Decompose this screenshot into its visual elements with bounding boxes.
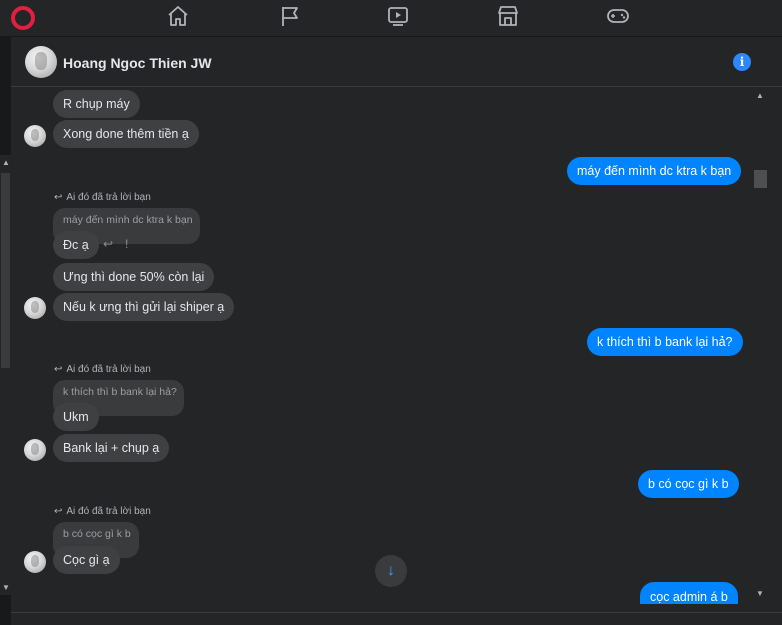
incoming-message[interactable]: Xong done thêm tiền ạ xyxy=(53,120,199,148)
reply-indicator: ↩ Ai đó đã trả lời bạn xyxy=(54,506,151,517)
video-icon[interactable] xyxy=(385,3,411,29)
home-icon[interactable] xyxy=(165,3,191,29)
reply-arrow-icon: ↩ xyxy=(54,506,63,517)
sender-avatar xyxy=(24,125,46,147)
scrollbar-thumb[interactable] xyxy=(1,173,10,368)
more-action-icon[interactable]: ! xyxy=(125,237,128,251)
incoming-message[interactable]: Bank lại + chụp ạ xyxy=(53,434,170,462)
contact-name[interactable]: Hoang Ngoc Thien JW xyxy=(63,55,212,71)
gaming-icon[interactable] xyxy=(605,3,631,29)
reply-arrow-icon: ↩ xyxy=(54,364,63,375)
chat-scrollbar[interactable]: ▲ ▼ xyxy=(752,88,769,602)
incoming-message[interactable]: R chụp máy xyxy=(53,90,140,118)
reply-arrow-icon: ↩ xyxy=(54,192,63,203)
reply-label-text: Ai đó đã trả lời bạn xyxy=(66,192,151,203)
composer-divider xyxy=(11,612,782,613)
scroll-up-arrow-icon[interactable]: ▲ xyxy=(2,158,10,167)
reply-action-icon[interactable]: ↩ xyxy=(103,237,113,251)
arrow-down-icon: ↓ xyxy=(387,562,395,579)
sender-avatar xyxy=(24,439,46,461)
outgoing-message[interactable]: máy đến mình dc ktra k bạn xyxy=(567,157,742,185)
incoming-message[interactable]: Nếu k ưng thì gửi lại shiper ạ xyxy=(53,293,235,321)
reply-label-text: Ai đó đã trả lời bạn xyxy=(66,506,151,517)
reply-label-text: Ai đó đã trả lời bạn xyxy=(66,364,151,375)
opera-logo-icon[interactable] xyxy=(10,5,36,31)
sender-avatar xyxy=(24,297,46,319)
page-scrollbar[interactable]: ▲ ▼ xyxy=(0,155,11,595)
reply-indicator: ↩ Ai đó đã trả lời bạn xyxy=(54,192,151,203)
incoming-message[interactable]: Đc ạ xyxy=(53,231,99,259)
top-navigation-bar xyxy=(0,0,782,36)
outgoing-message[interactable]: cọc admin á b xyxy=(640,582,738,604)
marketplace-icon[interactable] xyxy=(495,3,521,29)
chat-scroll-up-icon[interactable]: ▲ xyxy=(756,91,764,100)
outgoing-message[interactable]: b có cọc gì k b xyxy=(638,470,739,498)
chat-header: Hoang Ngoc Thien JW i xyxy=(11,37,782,87)
chat-scroll-down-icon[interactable]: ▼ xyxy=(756,589,764,598)
reply-indicator: ↩ Ai đó đã trả lời bạn xyxy=(54,364,151,375)
incoming-message[interactable]: Ưng thì done 50% còn lại xyxy=(53,263,215,291)
info-icon[interactable]: i xyxy=(733,53,751,71)
contact-avatar[interactable] xyxy=(25,46,57,78)
outgoing-message[interactable]: k thích thì b bank lại hả? xyxy=(587,328,743,356)
incoming-message[interactable]: Ukm xyxy=(53,403,99,431)
scroll-to-bottom-button[interactable]: ↓ xyxy=(375,555,407,587)
incoming-message[interactable]: Cọc gì ạ xyxy=(53,546,120,574)
scroll-down-arrow-icon[interactable]: ▼ xyxy=(2,583,10,592)
chat-panel: Hoang Ngoc Thien JW i ▲ ▼ R chụp máy Xon… xyxy=(11,37,782,625)
sender-avatar xyxy=(24,551,46,573)
chat-scrollbar-thumb[interactable] xyxy=(754,170,767,188)
flag-icon[interactable] xyxy=(277,3,303,29)
